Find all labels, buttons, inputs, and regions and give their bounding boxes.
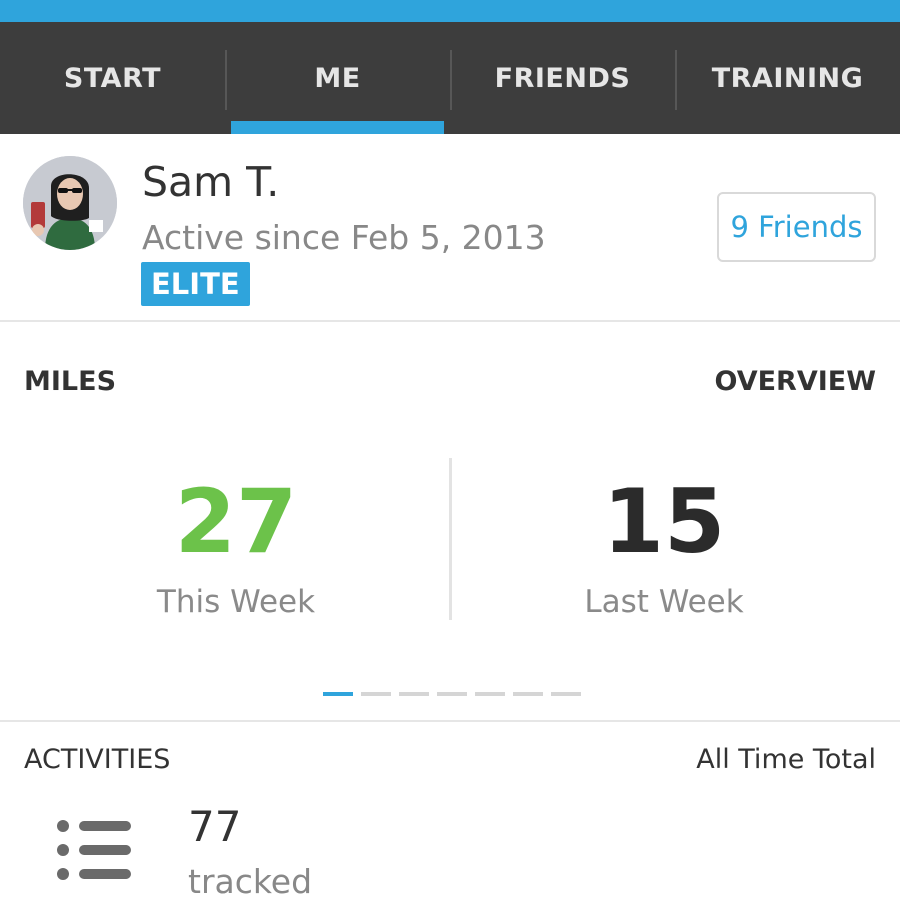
- page-dot[interactable]: [361, 692, 391, 696]
- avatar[interactable]: [23, 156, 117, 250]
- tab-start[interactable]: START: [0, 22, 225, 134]
- page-indicator[interactable]: [323, 692, 581, 696]
- activities-count: 77: [188, 802, 242, 851]
- stat-divider: [449, 458, 452, 620]
- tab-label: START: [63, 62, 162, 94]
- activities-count-label: tracked: [188, 862, 313, 900]
- elite-badge: ELITE: [141, 262, 250, 306]
- friends-button-label: 9 Friends: [730, 210, 863, 244]
- page-dot[interactable]: [323, 692, 353, 696]
- tab-divider: [450, 50, 452, 110]
- last-week-miles: 15: [602, 470, 726, 573]
- tab-training[interactable]: TRAINING: [675, 22, 900, 134]
- section-divider: [0, 320, 900, 322]
- status-bar: [0, 0, 900, 22]
- page-dot[interactable]: [551, 692, 581, 696]
- user-name: Sam T.: [142, 158, 280, 206]
- tab-divider: [225, 50, 227, 110]
- profile-header: Sam T. Active since Feb 5, 2013 ELITE 9 …: [0, 134, 900, 320]
- tab-label: FRIENDS: [494, 62, 631, 94]
- activities-title: ACTIVITIES: [24, 744, 171, 775]
- this-week-label: This Week: [156, 584, 316, 620]
- tab-label: TRAINING: [711, 62, 864, 94]
- section-divider: [0, 720, 900, 722]
- active-since-text: Active since Feb 5, 2013: [142, 218, 546, 257]
- page-dot[interactable]: [475, 692, 505, 696]
- activities-meta: All Time Total: [696, 744, 876, 775]
- page-dot[interactable]: [437, 692, 467, 696]
- list-icon: [57, 820, 131, 880]
- page-dot[interactable]: [399, 692, 429, 696]
- overview-link[interactable]: OVERVIEW: [714, 366, 876, 397]
- tab-label: ME: [314, 62, 361, 94]
- tab-me[interactable]: ME: [225, 22, 450, 134]
- last-week-label: Last Week: [584, 584, 744, 620]
- friends-button[interactable]: 9 Friends: [717, 192, 876, 262]
- this-week-miles: 27: [174, 470, 298, 573]
- selected-tab-indicator: [231, 121, 444, 134]
- tab-bar: START ME FRIENDS TRAINING: [0, 22, 900, 134]
- miles-title: MILES: [24, 366, 117, 397]
- tab-friends[interactable]: FRIENDS: [450, 22, 675, 134]
- page-dot[interactable]: [513, 692, 543, 696]
- tab-divider: [675, 50, 677, 110]
- avatar-image: [23, 156, 117, 250]
